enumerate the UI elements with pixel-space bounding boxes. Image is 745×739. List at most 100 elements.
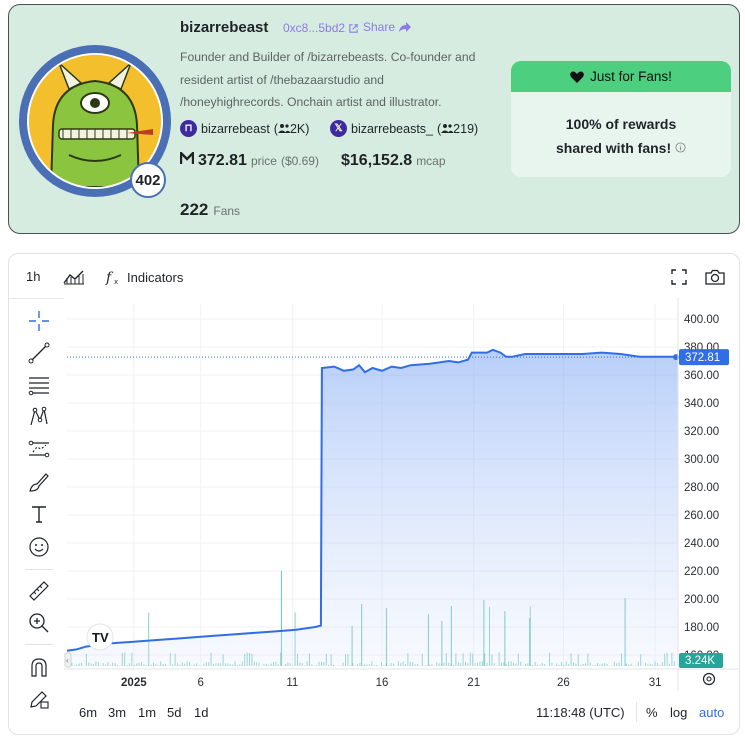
utc-clock[interactable]: 11:18:48 (UTC) — [536, 705, 625, 720]
horizontal-lines-icon — [28, 377, 49, 396]
timeframe-3m[interactable]: 3m — [108, 705, 126, 720]
farcaster-followers-count: 2K — [289, 121, 306, 136]
ruler-icon — [29, 581, 49, 601]
promo-line-text: shared with fans! — [555, 140, 672, 156]
percent-toggle[interactable]: % — [646, 705, 658, 720]
farcaster-icon: ⊓ — [180, 120, 197, 137]
fullscreen-icon — [671, 269, 687, 285]
interval-selector[interactable]: 1h — [26, 269, 40, 284]
tools-divider — [25, 569, 53, 570]
price-value: 372.81 — [198, 152, 247, 169]
bio-line: Founder and Builder of /bizarrebeasts. C… — [180, 50, 476, 64]
brush-tool[interactable] — [27, 470, 51, 494]
profile-name: bizarrebeast — [180, 19, 269, 36]
fans-stat[interactable]: 222 Fans — [180, 200, 240, 220]
fib-tool[interactable] — [27, 373, 51, 397]
price-usd: ($0.69) — [280, 154, 319, 168]
x-tick-label: 26 — [557, 677, 570, 689]
promo-line: 100% of rewards — [565, 116, 677, 132]
timeframe-1d[interactable]: 1d — [194, 705, 208, 720]
profile-card: 402 bizarrebeast 0xc8...5bd2 Share Found… — [8, 4, 740, 234]
timeframe-6m[interactable]: 6m — [79, 705, 97, 720]
x-tick-label: 11 — [286, 677, 298, 689]
lock-drawings-tool[interactable] — [27, 687, 51, 711]
screenshot-button[interactable] — [705, 269, 725, 285]
price-label: price — [250, 154, 277, 168]
y-tick-label: 260.00 — [684, 510, 719, 522]
level-badge: 402 — [130, 162, 166, 198]
wallet-address[interactable]: 0xc8...5bd2 — [283, 21, 359, 35]
share-button[interactable]: Share — [363, 20, 412, 34]
promo-header: Just for Fans! — [511, 61, 731, 92]
chart-type-button[interactable] — [63, 269, 85, 285]
svg-text:f: f — [105, 270, 114, 285]
promo-title: Just for Fans! — [590, 69, 672, 84]
users-icon — [277, 123, 290, 133]
auto-toggle[interactable]: auto — [699, 705, 724, 720]
tools-divider — [25, 644, 53, 645]
smiley-icon — [29, 537, 49, 557]
svg-text:‹: ‹ — [66, 656, 69, 665]
x-tick-label: 2025 — [121, 677, 147, 689]
pattern-tool[interactable] — [27, 405, 51, 429]
users-icon — [441, 123, 454, 133]
current-price-badge-label: 372.81 — [685, 352, 720, 364]
y-tick-label: 300.00 — [684, 454, 719, 466]
timeframe-1m[interactable]: 1m — [138, 705, 156, 720]
farcaster-followers: (2K) — [273, 121, 310, 136]
ruler-tool[interactable] — [27, 579, 51, 603]
footer-divider — [636, 702, 637, 722]
zoom-tool[interactable] — [27, 611, 51, 635]
price-chart-panel: 1h fx Indicators 400.00 380.00 360.00 34… — [8, 253, 740, 735]
mcap-value: $16,152.8 — [341, 152, 413, 169]
y-tick-label: 180.00 — [684, 622, 719, 634]
fans-promo-panel: Just for Fans! 100% of rewards shared wi… — [511, 61, 731, 177]
mcap-label: mcap — [416, 154, 446, 168]
scroll-left-handle[interactable]: ‹ — [64, 652, 72, 668]
fans-count: 222 — [180, 200, 209, 219]
x-tick-label: 21 — [467, 677, 480, 689]
y-tick-label: 400.00 — [684, 314, 719, 326]
crosshair-tool[interactable] — [27, 309, 51, 333]
info-icon[interactable] — [675, 142, 686, 153]
log-toggle[interactable]: log — [670, 705, 687, 720]
crosshair-icon — [29, 311, 49, 331]
timeframe-5d[interactable]: 5d — [167, 705, 181, 720]
y-tick-label: 220.00 — [684, 566, 719, 578]
price-stat: 372.81 price ($0.69) — [180, 152, 319, 170]
tradingview-logo: TV — [86, 623, 114, 651]
x-link[interactable]: 𝕏 bizarrebeasts_ (219) — [330, 120, 478, 137]
trend-line-tool[interactable] — [27, 341, 51, 365]
heart-icon — [570, 71, 584, 83]
fullscreen-button[interactable] — [671, 269, 687, 285]
promo-line: shared with fans! — [511, 136, 731, 160]
y-tick-label: 340.00 — [684, 398, 719, 410]
x-tick-label: 6 — [197, 677, 203, 689]
svg-text:TV: TV — [92, 630, 109, 645]
chart-type-icon — [63, 270, 84, 285]
y-tick-label: 200.00 — [684, 594, 719, 606]
x-tick-label: 31 — [649, 677, 662, 689]
interval-label: 1h — [26, 269, 41, 284]
wallet-address-text: 0xc8...5bd2 — [283, 21, 346, 35]
indicators-button[interactable]: fx Indicators — [105, 269, 183, 286]
pencil-lock-icon — [30, 691, 49, 709]
price-chart[interactable]: 400.00380.00360.00340.00320.00300.00280.… — [64, 298, 740, 691]
x-handle: bizarrebeasts_ — [351, 121, 433, 136]
magnet-tool[interactable] — [27, 655, 51, 679]
text-tool[interactable] — [27, 502, 51, 526]
fans-label: Fans — [213, 204, 241, 218]
mcap-stat: $16,152.8 mcap — [341, 152, 446, 170]
forecast-tool[interactable] — [27, 437, 51, 461]
farcaster-link[interactable]: ⊓ bizarrebeast (2K) — [180, 120, 309, 137]
volume-badge-label: 3.24K — [685, 655, 715, 667]
promo-body: 100% of rewards shared with fans! — [511, 92, 731, 160]
camera-icon — [705, 269, 725, 285]
y-tick-label: 280.00 — [684, 482, 719, 494]
trend-line-icon — [28, 342, 50, 364]
share-label: Share — [363, 20, 396, 34]
external-link-icon — [349, 23, 358, 33]
x-tick-label: 16 — [376, 677, 389, 689]
x-followers-count: 219 — [453, 121, 475, 136]
emoji-tool[interactable] — [27, 535, 51, 559]
